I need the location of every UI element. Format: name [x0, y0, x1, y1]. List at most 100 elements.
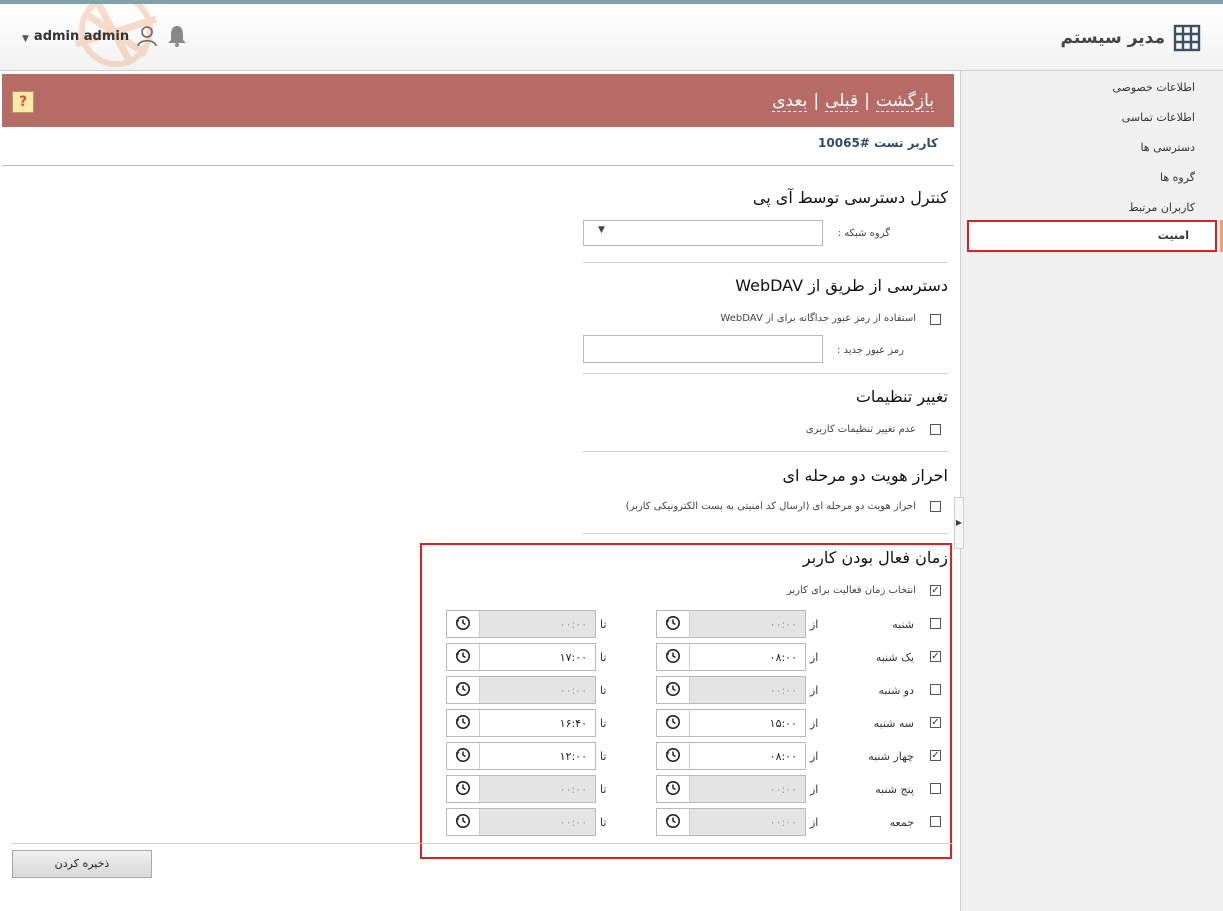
page-title: کاربر تست #10065: [818, 136, 938, 150]
clock-icon[interactable]: [657, 644, 690, 670]
to-time-input[interactable]: ۰۰:۰۰: [446, 808, 596, 836]
ip-section-title: کنترل دسترسی توسط آی پی: [752, 188, 948, 207]
next-link[interactable]: بعدی: [772, 91, 808, 112]
day-checkbox[interactable]: ✓: [930, 750, 941, 761]
app-header: ▼ admin admin مدیر سیستم: [0, 4, 1223, 71]
sidebar-item-contact-info[interactable]: اطلاعات تماسی: [1122, 111, 1195, 124]
schedule-enable-checkbox[interactable]: ✓: [930, 585, 941, 596]
from-time-input[interactable]: ۰۰:۰۰: [656, 610, 806, 638]
schedule-day-row: ✓ سه شنبه از ۱۵:۰۰ تا ۱۶:۴۰: [2, 709, 954, 737]
clock-icon[interactable]: [657, 776, 690, 802]
schedule-day-row: دو شنبه از ۰۰:۰۰ تا ۰۰:۰۰: [2, 676, 954, 704]
to-label: تا: [600, 750, 607, 763]
schedule-day-row: جمعه از ۰۰:۰۰ تا ۰۰:۰۰: [2, 808, 954, 836]
user-icon[interactable]: [135, 24, 159, 48]
chevron-down-icon: ▼: [598, 225, 605, 235]
from-time-value: ۰۸:۰۰: [769, 750, 797, 763]
sidebar-item-groups[interactable]: گروه ها: [1160, 171, 1195, 184]
from-label: از: [810, 651, 819, 664]
clock-icon[interactable]: [447, 710, 480, 736]
to-time-value: ۰۰:۰۰: [559, 816, 587, 829]
sidebar-item-private-info[interactable]: اطلاعات خصوصی: [1112, 81, 1195, 94]
day-checkbox[interactable]: [930, 618, 941, 629]
divider: [583, 533, 948, 534]
to-time-input[interactable]: ۰۰:۰۰: [446, 610, 596, 638]
webdav-separate-password-checkbox[interactable]: [930, 314, 941, 325]
from-label: از: [810, 783, 819, 796]
clock-icon[interactable]: [657, 710, 690, 736]
day-label: یک شنبه: [875, 651, 914, 664]
from-label: از: [810, 618, 819, 631]
divider: [583, 373, 948, 374]
schedule-enable-label: انتخاب زمان فعالیت برای کاربر: [786, 585, 916, 596]
main-content: بازگشت|قبلی|بعدی ? کاربر تست #10065 کنتر…: [2, 74, 954, 911]
grid-menu-icon[interactable]: [1173, 24, 1201, 52]
network-group-label: گروه شبکه :: [837, 228, 890, 239]
bell-icon[interactable]: [165, 24, 189, 48]
day-label: سه شنبه: [873, 717, 914, 730]
from-label: از: [810, 684, 819, 697]
chevron-down-icon[interactable]: ▼: [22, 34, 29, 44]
sidebar-collapse-handle[interactable]: ▶: [954, 497, 964, 549]
day-checkbox[interactable]: [930, 783, 941, 794]
schedule-day-row: ✓ یک شنبه از ۰۸:۰۰ تا ۱۷:۰۰: [2, 643, 954, 671]
clock-icon[interactable]: [657, 809, 690, 835]
brand-title: مدیر سیستم: [1060, 28, 1165, 48]
no-change-settings-label: عدم تغییر تنظیمات کاربری: [805, 424, 916, 435]
to-time-value: ۰۰:۰۰: [559, 618, 587, 631]
to-label: تا: [600, 651, 607, 664]
clock-icon[interactable]: [447, 809, 480, 835]
from-time-input[interactable]: ۰۰:۰۰: [656, 775, 806, 803]
day-label: چهار شنبه: [868, 750, 914, 763]
from-time-input[interactable]: ۰۰:۰۰: [656, 808, 806, 836]
from-time-input[interactable]: ۰۸:۰۰: [656, 643, 806, 671]
to-label: تا: [600, 684, 607, 697]
from-time-value: ۰۰:۰۰: [769, 684, 797, 697]
day-checkbox[interactable]: [930, 816, 941, 827]
save-button[interactable]: ذخیره کردن: [12, 850, 152, 878]
user-name[interactable]: admin admin: [34, 29, 129, 44]
twofa-checkbox[interactable]: [930, 501, 941, 512]
sidebar-item-related-users[interactable]: کاربران مرتبط: [1129, 201, 1195, 214]
clock-icon[interactable]: [447, 611, 480, 637]
to-time-value: ۱۲:۰۰: [559, 750, 587, 763]
to-time-input[interactable]: ۰۰:۰۰: [446, 676, 596, 704]
to-label: تا: [600, 816, 607, 829]
sidebar-item-permissions[interactable]: دسترسی ها: [1140, 141, 1195, 154]
day-label: شنبه: [892, 618, 914, 631]
clock-icon[interactable]: [447, 677, 480, 703]
clock-icon[interactable]: [657, 611, 690, 637]
no-change-settings-checkbox[interactable]: [930, 424, 941, 435]
clock-icon[interactable]: [447, 743, 480, 769]
from-time-input[interactable]: ۰۰:۰۰: [656, 676, 806, 704]
help-button[interactable]: ?: [12, 91, 34, 113]
clock-icon[interactable]: [447, 644, 480, 670]
day-checkbox[interactable]: ✓: [930, 651, 941, 662]
day-checkbox[interactable]: [930, 684, 941, 695]
webdav-separate-password-label: استفاده از رمز عبور جداگانه برای از WebD…: [720, 313, 916, 324]
from-time-input[interactable]: ۱۵:۰۰: [656, 709, 806, 737]
back-link[interactable]: بازگشت: [875, 91, 934, 112]
from-time-input[interactable]: ۰۸:۰۰: [656, 742, 806, 770]
prev-link[interactable]: قبلی: [825, 91, 859, 112]
clock-icon[interactable]: [657, 677, 690, 703]
to-time-input[interactable]: ۰۰:۰۰: [446, 775, 596, 803]
to-time-input[interactable]: ۱۶:۴۰: [446, 709, 596, 737]
network-group-select[interactable]: ▼: [583, 220, 823, 246]
to-time-input[interactable]: ۱۲:۰۰: [446, 742, 596, 770]
day-label: پنج شنبه: [875, 783, 914, 796]
from-time-value: ۰۰:۰۰: [769, 816, 797, 829]
to-label: تا: [600, 717, 607, 730]
to-label: تا: [600, 783, 607, 796]
twofa-section-title: احراز هویت دو مرحله ای: [782, 466, 948, 485]
from-time-value: ۱۵:۰۰: [769, 717, 797, 730]
sidebar-item-security[interactable]: امنیت: [967, 220, 1223, 252]
new-password-input[interactable]: [583, 335, 823, 363]
user-menu[interactable]: ▼ admin admin: [22, 24, 195, 48]
divider: [2, 165, 954, 166]
schedule-day-row: ✓ چهار شنبه از ۰۸:۰۰ تا ۱۲:۰۰: [2, 742, 954, 770]
clock-icon[interactable]: [657, 743, 690, 769]
to-time-input[interactable]: ۱۷:۰۰: [446, 643, 596, 671]
clock-icon[interactable]: [447, 776, 480, 802]
day-checkbox[interactable]: ✓: [930, 717, 941, 728]
